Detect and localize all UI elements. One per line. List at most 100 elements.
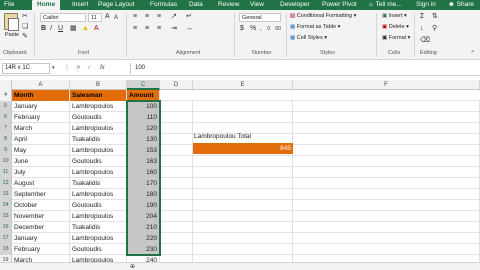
empty-cell[interactable] (160, 101, 193, 112)
empty-cell[interactable] (293, 178, 480, 189)
salesman-cell[interactable]: Lambropoulos (70, 101, 127, 112)
salesman-cell[interactable]: Goutoudis (70, 112, 127, 123)
empty-cell[interactable] (193, 178, 293, 189)
row-header[interactable]: 10 (0, 156, 12, 167)
row-header[interactable]: 18 (0, 244, 12, 255)
month-cell[interactable]: March (12, 123, 70, 134)
increase-decimal-icon[interactable]: .0 (266, 25, 270, 33)
empty-cell[interactable] (160, 134, 193, 145)
format-painter-icon[interactable]: ✎ (22, 33, 28, 41)
align-middle-icon[interactable]: ≡ (145, 13, 149, 21)
month-cell[interactable]: May (12, 145, 70, 156)
font-size-dropdown[interactable]: 11 (88, 13, 102, 22)
decrease-font-icon[interactable]: A (114, 14, 118, 22)
format-cells-button[interactable]: ▣ Format ▾ (382, 35, 410, 41)
column-header-b[interactable]: B (70, 80, 127, 90)
cancel-entry-icon[interactable]: ✕ (76, 64, 81, 72)
row-header[interactable]: 8 (0, 134, 12, 145)
empty-cell[interactable] (193, 233, 293, 244)
amount-cell[interactable]: 100 (127, 101, 160, 112)
fill-icon[interactable]: ↓ (420, 25, 424, 33)
row-header[interactable]: 6 (0, 112, 12, 123)
row-header[interactable]: 12 (0, 178, 12, 189)
currency-button[interactable]: $ (240, 25, 244, 33)
month-cell[interactable]: November (12, 211, 70, 222)
align-center-icon[interactable]: ≡ (145, 25, 149, 33)
empty-cell[interactable] (160, 211, 193, 222)
month-cell[interactable]: June (12, 156, 70, 167)
empty-cell[interactable] (293, 189, 480, 200)
row-header[interactable]: 16 (0, 222, 12, 233)
salesman-cell[interactable]: Lambropoulos (70, 211, 127, 222)
format-as-table-button[interactable]: ▦ Format as Table ▾ (290, 24, 340, 30)
row-header[interactable]: 17 (0, 233, 12, 244)
empty-cell[interactable] (160, 123, 193, 134)
empty-cell[interactable] (193, 101, 293, 112)
align-top-icon[interactable]: ≡ (133, 13, 137, 21)
month-cell[interactable]: April (12, 134, 70, 145)
comma-style-icon[interactable]: , (260, 25, 262, 33)
empty-cell[interactable] (160, 200, 193, 211)
italic-button[interactable]: I (50, 25, 52, 33)
empty-cell[interactable] (160, 145, 193, 156)
sign-in-link[interactable]: Sign in (416, 0, 436, 10)
empty-cell[interactable] (193, 167, 293, 178)
insert-cells-button[interactable]: ▣ Insert ▾ (382, 13, 407, 19)
empty-cell[interactable] (160, 112, 193, 123)
empty-cell[interactable] (160, 189, 193, 200)
amount-cell[interactable]: 190 (127, 200, 160, 211)
row-header[interactable]: 11 (0, 167, 12, 178)
sheet-tab-active[interactable] (60, 263, 68, 270)
salesman-cell[interactable]: Lambropoulos (70, 167, 127, 178)
salesman-cell[interactable]: Goutoudis (70, 244, 127, 255)
amount-cell[interactable]: 240 (127, 255, 160, 262)
tab-tell-me[interactable]: ☼ Tell me... (368, 0, 402, 10)
empty-cell[interactable] (293, 156, 480, 167)
cell-styles-button[interactable]: ▦ Cell Styles ▾ (290, 35, 327, 41)
column-header-f[interactable]: F (293, 80, 480, 90)
percent-button[interactable]: % (250, 25, 256, 33)
amount-cell[interactable]: 153 (127, 145, 160, 156)
row-header[interactable]: 15 (0, 211, 12, 222)
empty-cell[interactable] (193, 189, 293, 200)
orientation-icon[interactable]: ↗ (171, 13, 177, 21)
month-cell[interactable]: December (12, 222, 70, 233)
name-box[interactable]: 14R x 1C (2, 63, 50, 74)
tab-developer[interactable]: Developer (280, 0, 310, 10)
insert-function-button[interactable]: fx (100, 63, 105, 74)
amount-cell[interactable]: 230 (127, 244, 160, 255)
tab-file[interactable]: File (4, 0, 14, 10)
delete-cells-button[interactable]: ▣ Delete ▾ (382, 24, 409, 30)
empty-cell[interactable] (193, 222, 293, 233)
empty-cell[interactable] (293, 233, 480, 244)
sort-filter-icon[interactable]: ⇅ (432, 13, 438, 21)
autosum-icon[interactable]: Σ (420, 13, 424, 21)
empty-cell[interactable] (193, 200, 293, 211)
empty-cell[interactable] (293, 244, 480, 255)
cut-icon[interactable]: ✂ (22, 13, 28, 21)
align-bottom-icon[interactable]: ≡ (157, 13, 161, 21)
month-cell[interactable]: July (12, 167, 70, 178)
summary-value-cell[interactable]: 845 (193, 143, 293, 154)
indent-icon[interactable]: ⇥ (171, 25, 177, 33)
paste-icon[interactable] (4, 13, 19, 31)
empty-cell[interactable] (293, 123, 480, 134)
month-cell[interactable]: February (12, 112, 70, 123)
salesman-cell[interactable]: Lambropoulos (70, 233, 127, 244)
salesman-cell[interactable]: Lambropoulos (70, 123, 127, 134)
month-header[interactable]: Month (12, 90, 70, 101)
empty-cell[interactable] (293, 112, 480, 123)
empty-cell[interactable] (160, 255, 193, 262)
amount-cell[interactable]: 120 (127, 123, 160, 134)
month-cell[interactable]: January (12, 101, 70, 112)
salesman-cell[interactable]: Lambropoulos (70, 145, 127, 156)
decrease-decimal-icon[interactable]: .00 (274, 25, 281, 33)
month-cell[interactable]: January (12, 233, 70, 244)
font-color-icon[interactable]: A (94, 25, 99, 33)
empty-cell[interactable] (293, 222, 480, 233)
salesman-cell[interactable]: Tsakalidis (70, 134, 127, 145)
column-header-a[interactable]: A (12, 80, 70, 90)
empty-cell[interactable] (293, 145, 480, 156)
collapse-ribbon-icon[interactable]: ⌃ (470, 50, 475, 58)
empty-cell[interactable] (293, 101, 480, 112)
